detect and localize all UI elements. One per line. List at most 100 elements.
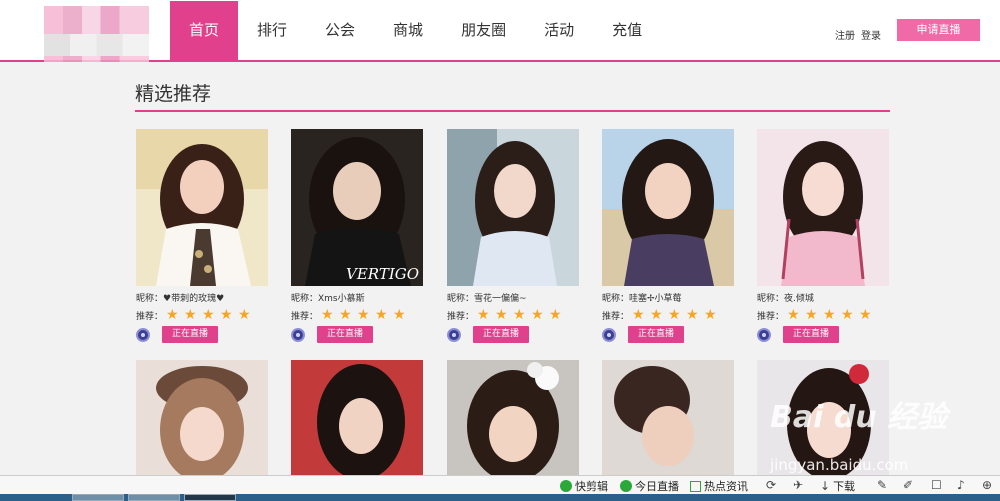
- streamer-photo[interactable]: [136, 129, 268, 286]
- taskbar-button[interactable]: [128, 494, 180, 501]
- status-tool[interactable]: ✐: [903, 478, 916, 492]
- star-icon: ★: [477, 307, 490, 323]
- rating-stars: ★ ★ ★ ★ ★: [787, 308, 877, 322]
- rating-stars: ★ ★ ★ ★ ★: [321, 308, 411, 322]
- live-now-button[interactable]: 正在直播: [628, 326, 684, 343]
- register-link[interactable]: 注册: [835, 27, 855, 42]
- streamer-nickname: 昵称：哇塞✢小草莓: [602, 294, 682, 303]
- nav-moments[interactable]: 朋友圈: [442, 1, 525, 60]
- recommend-label: 推荐：: [447, 311, 475, 322]
- taskbar-button[interactable]: [72, 494, 124, 501]
- camera-icon: [447, 327, 461, 342]
- status-volume[interactable]: ♪: [957, 478, 968, 492]
- star-icon: ★: [549, 307, 562, 323]
- recommend-label: 推荐：: [602, 311, 630, 322]
- main-nav: 首页 排行 公会 商城 朋友圈 活动 充值: [170, 1, 661, 60]
- star-icon: ★: [321, 307, 334, 323]
- status-download[interactable]: ↓ 下载: [820, 478, 855, 494]
- streamer-photo[interactable]: [447, 360, 579, 480]
- live-row: 正在直播: [291, 326, 431, 343]
- news-icon: [690, 480, 701, 492]
- star-icon: ★: [787, 307, 800, 323]
- star-icon: ★: [238, 307, 251, 323]
- baidu-watermark: Bai du 经验: [770, 400, 948, 435]
- apply-live-button[interactable]: 申请直播: [897, 19, 980, 41]
- star-icon: ★: [859, 307, 872, 323]
- download-icon: ↓: [820, 479, 831, 493]
- star-icon: ★: [531, 307, 544, 323]
- nav-ranking[interactable]: 排行: [238, 1, 306, 60]
- status-window[interactable]: ☐: [931, 478, 945, 492]
- live-now-button[interactable]: 正在直播: [473, 326, 529, 343]
- streamer-photo[interactable]: [136, 360, 268, 480]
- star-icon: ★: [805, 307, 818, 323]
- star-icon: ★: [650, 307, 663, 323]
- recommend-row: 推荐： ★ ★ ★ ★ ★: [136, 308, 276, 322]
- streamer-nickname: 昵称：Xms小慕斯: [291, 294, 365, 303]
- rating-stars: ★ ★ ★ ★ ★: [477, 308, 567, 322]
- status-refresh[interactable]: ⟳: [766, 478, 779, 492]
- login-link[interactable]: 登录: [861, 27, 881, 42]
- nav-home[interactable]: 首页: [170, 1, 239, 60]
- nav-events[interactable]: 活动: [525, 1, 593, 60]
- tool-icon: ✐: [903, 478, 914, 492]
- star-icon: ★: [668, 307, 681, 323]
- streamer-photo[interactable]: [602, 129, 734, 286]
- streamer-card: 昵称：♥带刺的玫瑰♥ 推荐： ★ ★ ★ ★ ★ 正在直播: [136, 129, 276, 343]
- camera-icon: [602, 327, 616, 342]
- star-icon: ★: [393, 307, 406, 323]
- star-icon: ★: [339, 307, 352, 323]
- nav-shop[interactable]: 商城: [374, 1, 442, 60]
- star-icon: ★: [513, 307, 526, 323]
- taskbar-button[interactable]: [184, 494, 236, 501]
- camera-icon: [757, 327, 771, 342]
- star-icon: ★: [704, 307, 717, 323]
- streamer-card: VERTIGO 昵称：Xms小慕斯 推荐： ★ ★ ★ ★ ★ 正在直播: [291, 129, 431, 343]
- streamer-photo[interactable]: [602, 360, 734, 480]
- recommend-row: 推荐： ★ ★ ★ ★ ★: [602, 308, 742, 322]
- status-hot-news[interactable]: 热点资讯: [690, 478, 748, 494]
- live-now-button[interactable]: 正在直播: [162, 326, 218, 343]
- live-row: 正在直播: [602, 326, 742, 343]
- streamer-photo[interactable]: [447, 129, 579, 286]
- status-zoom[interactable]: ⊕: [982, 478, 995, 492]
- star-icon: ★: [184, 307, 197, 323]
- streamer-photo[interactable]: VERTIGO: [291, 129, 423, 286]
- star-icon: ★: [686, 307, 699, 323]
- recommend-label: 推荐：: [291, 311, 319, 322]
- nav-recharge[interactable]: 充值: [593, 1, 661, 60]
- window-icon: ☐: [931, 478, 942, 492]
- status-today-live[interactable]: 今日直播: [620, 478, 679, 494]
- photo-overlay-text: VERTIGO: [346, 265, 419, 283]
- star-icon: ★: [357, 307, 370, 323]
- rating-stars: ★ ★ ★ ★ ★: [632, 308, 722, 322]
- live-now-button[interactable]: 正在直播: [317, 326, 373, 343]
- play-icon: [560, 480, 572, 492]
- star-icon: ★: [632, 307, 645, 323]
- browser-status-bar: 快剪辑 今日直播 热点资讯 ⟳ ✈ ↓ 下载 ✎ ✐ ☐ ♪ ⊕: [0, 475, 1000, 494]
- live-row: 正在直播: [136, 326, 276, 343]
- streamer-nickname: 昵称：雪花一偏偏~: [447, 294, 527, 303]
- volume-icon: ♪: [957, 478, 965, 492]
- brush-icon: ✎: [877, 478, 888, 492]
- status-quick-edit[interactable]: 快剪辑: [560, 478, 608, 494]
- site-logo[interactable]: [44, 6, 149, 62]
- nav-guild[interactable]: 公会: [306, 1, 374, 60]
- camera-icon: [291, 327, 305, 342]
- recommend-row: 推荐： ★ ★ ★ ★ ★: [291, 308, 431, 322]
- header: 首页 排行 公会 商城 朋友圈 活动 充值 注册 登录 申请直播: [0, 0, 1000, 62]
- live-now-button[interactable]: 正在直播: [783, 326, 839, 343]
- status-pin[interactable]: ✈: [793, 478, 806, 492]
- recommend-row: 推荐： ★ ★ ★ ★ ★: [447, 308, 587, 322]
- streamer-card: 昵称：哇塞✢小草莓 推荐： ★ ★ ★ ★ ★ 正在直播: [602, 129, 742, 343]
- camera-icon: [136, 327, 150, 342]
- streamer-photo[interactable]: [757, 129, 889, 286]
- star-icon: ★: [202, 307, 215, 323]
- baidu-watermark-url: jingyan.baidu.com: [770, 456, 909, 474]
- star-icon: ★: [823, 307, 836, 323]
- status-brush[interactable]: ✎: [877, 478, 890, 492]
- streamer-photo[interactable]: [291, 360, 423, 480]
- star-icon: ★: [375, 307, 388, 323]
- streamer-card: 昵称：夜.倾城 推荐： ★ ★ ★ ★ ★ 正在直播: [757, 129, 897, 343]
- live-row: 正在直播: [447, 326, 587, 343]
